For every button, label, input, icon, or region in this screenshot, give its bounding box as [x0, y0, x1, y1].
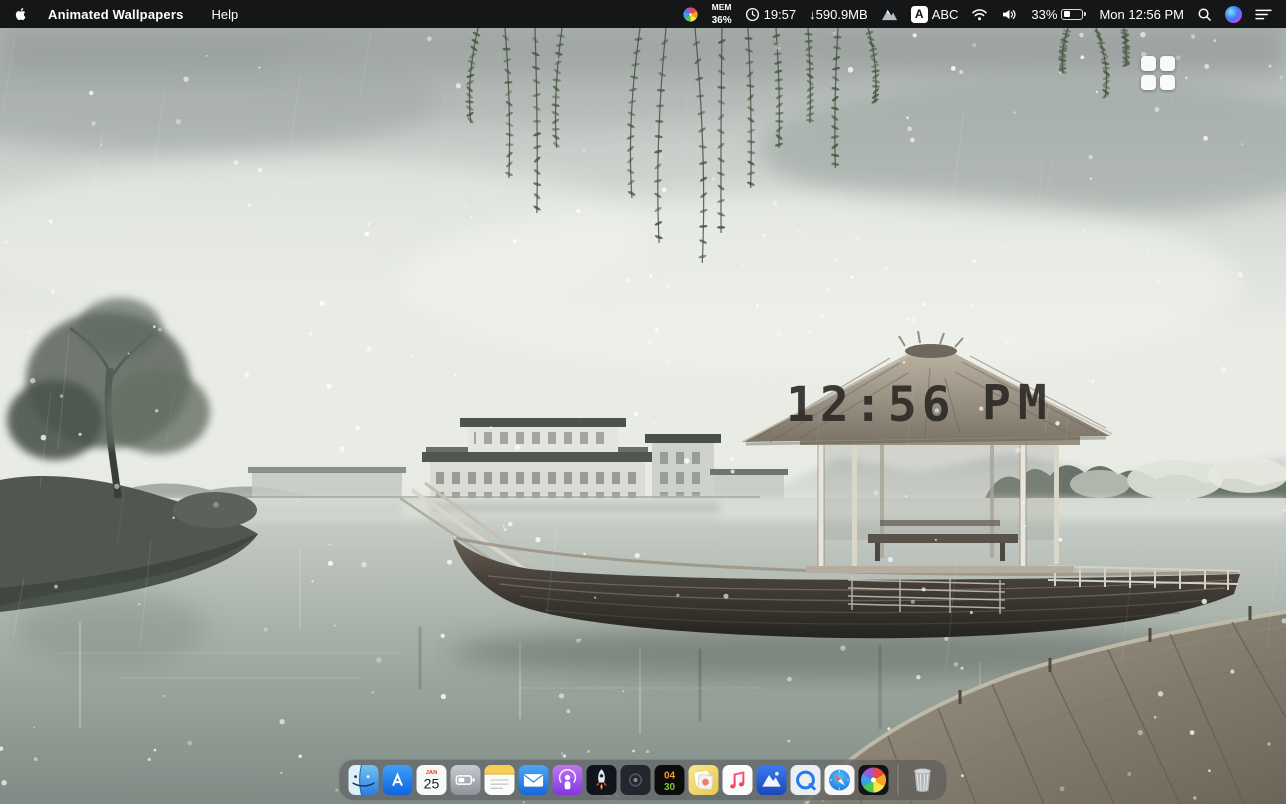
dock-calendar[interactable]: JAN25	[417, 765, 447, 795]
menu-bar: Animated Wallpapers Help MEM 36% 19:57 ↓…	[0, 0, 1286, 28]
menubar-status-memory[interactable]: MEM 36%	[712, 3, 732, 26]
dock-safari[interactable]	[825, 765, 855, 795]
dock-rocket-app[interactable]	[587, 765, 617, 795]
svg-text:30: 30	[664, 782, 676, 793]
menubar-input-source[interactable]: A ABC	[911, 6, 959, 23]
clock-icon	[745, 7, 760, 22]
notification-center-icon[interactable]	[1255, 8, 1272, 21]
menubar-clock-text: Mon 12:56 PM	[1099, 7, 1184, 22]
spotlight-search-icon[interactable]	[1197, 7, 1212, 22]
svg-text:04: 04	[664, 770, 676, 781]
mem-label: MEM	[712, 3, 732, 13]
dock-finder[interactable]	[349, 765, 379, 795]
dock-app-store[interactable]	[383, 765, 413, 795]
grid-square	[1141, 56, 1156, 71]
macos-desktop: Animated Wallpapers Help MEM 36% 19:57 ↓…	[0, 0, 1286, 804]
dock: JAN25 0430	[339, 759, 948, 801]
uptime-value: 19:57	[764, 7, 797, 22]
dock-podcasts[interactable]	[553, 765, 583, 795]
input-source-badge: A	[911, 6, 928, 23]
volume-icon[interactable]	[1001, 8, 1018, 21]
grid-square	[1160, 56, 1175, 71]
dock-battery[interactable]	[451, 765, 481, 795]
wallpapers-menu-extra-icon[interactable]	[682, 6, 699, 23]
app-grid-button[interactable]	[1141, 56, 1175, 90]
menubar-app-name[interactable]: Animated Wallpapers	[48, 7, 184, 22]
battery-percent-text: 33%	[1031, 7, 1057, 22]
menubar-status-network[interactable]: ↓590.9MB	[809, 7, 868, 22]
dock-divider	[898, 765, 899, 795]
dock-quicktime[interactable]	[791, 765, 821, 795]
dock-mail[interactable]	[519, 765, 549, 795]
mem-value: 36%	[712, 16, 732, 26]
mountain-menu-icon[interactable]	[881, 7, 898, 22]
menubar-status-battery[interactable]: 33%	[1031, 7, 1086, 22]
svg-text:JAN: JAN	[426, 770, 438, 776]
wallpaper-scene: 12:56 PM	[0, 28, 1286, 804]
battery-fill	[1064, 11, 1070, 17]
dock-photos-app[interactable]	[757, 765, 787, 795]
grid-square	[1160, 75, 1175, 90]
menubar-status-uptime[interactable]: 19:57	[745, 7, 797, 22]
dock-dark-app[interactable]	[621, 765, 651, 795]
menubar-help-menu[interactable]: Help	[212, 7, 239, 22]
dock-countdown[interactable]: 0430	[655, 765, 685, 795]
network-down-value: ↓590.9MB	[809, 7, 868, 22]
siri-icon[interactable]	[1225, 6, 1242, 23]
wallpaper-clock-time: 12:56	[786, 377, 956, 433]
wifi-icon[interactable]	[971, 8, 988, 21]
menubar-clock[interactable]: Mon 12:56 PM	[1099, 7, 1184, 22]
battery-icon	[1061, 9, 1086, 20]
dock-trash[interactable]	[908, 765, 938, 795]
dock-stickers[interactable]	[689, 765, 719, 795]
input-source-name: ABC	[932, 7, 959, 22]
dock-animated-wallpapers-app[interactable]	[859, 765, 889, 795]
dock-notes[interactable]	[485, 765, 515, 795]
grid-square	[1141, 75, 1156, 90]
dock-music[interactable]	[723, 765, 753, 795]
svg-text:25: 25	[424, 776, 440, 792]
apple-menu-icon[interactable]	[14, 6, 28, 22]
wallpaper-clock-period: PM	[982, 375, 1054, 431]
desktop-wallpaper: 12:56 PM	[0, 28, 1286, 804]
